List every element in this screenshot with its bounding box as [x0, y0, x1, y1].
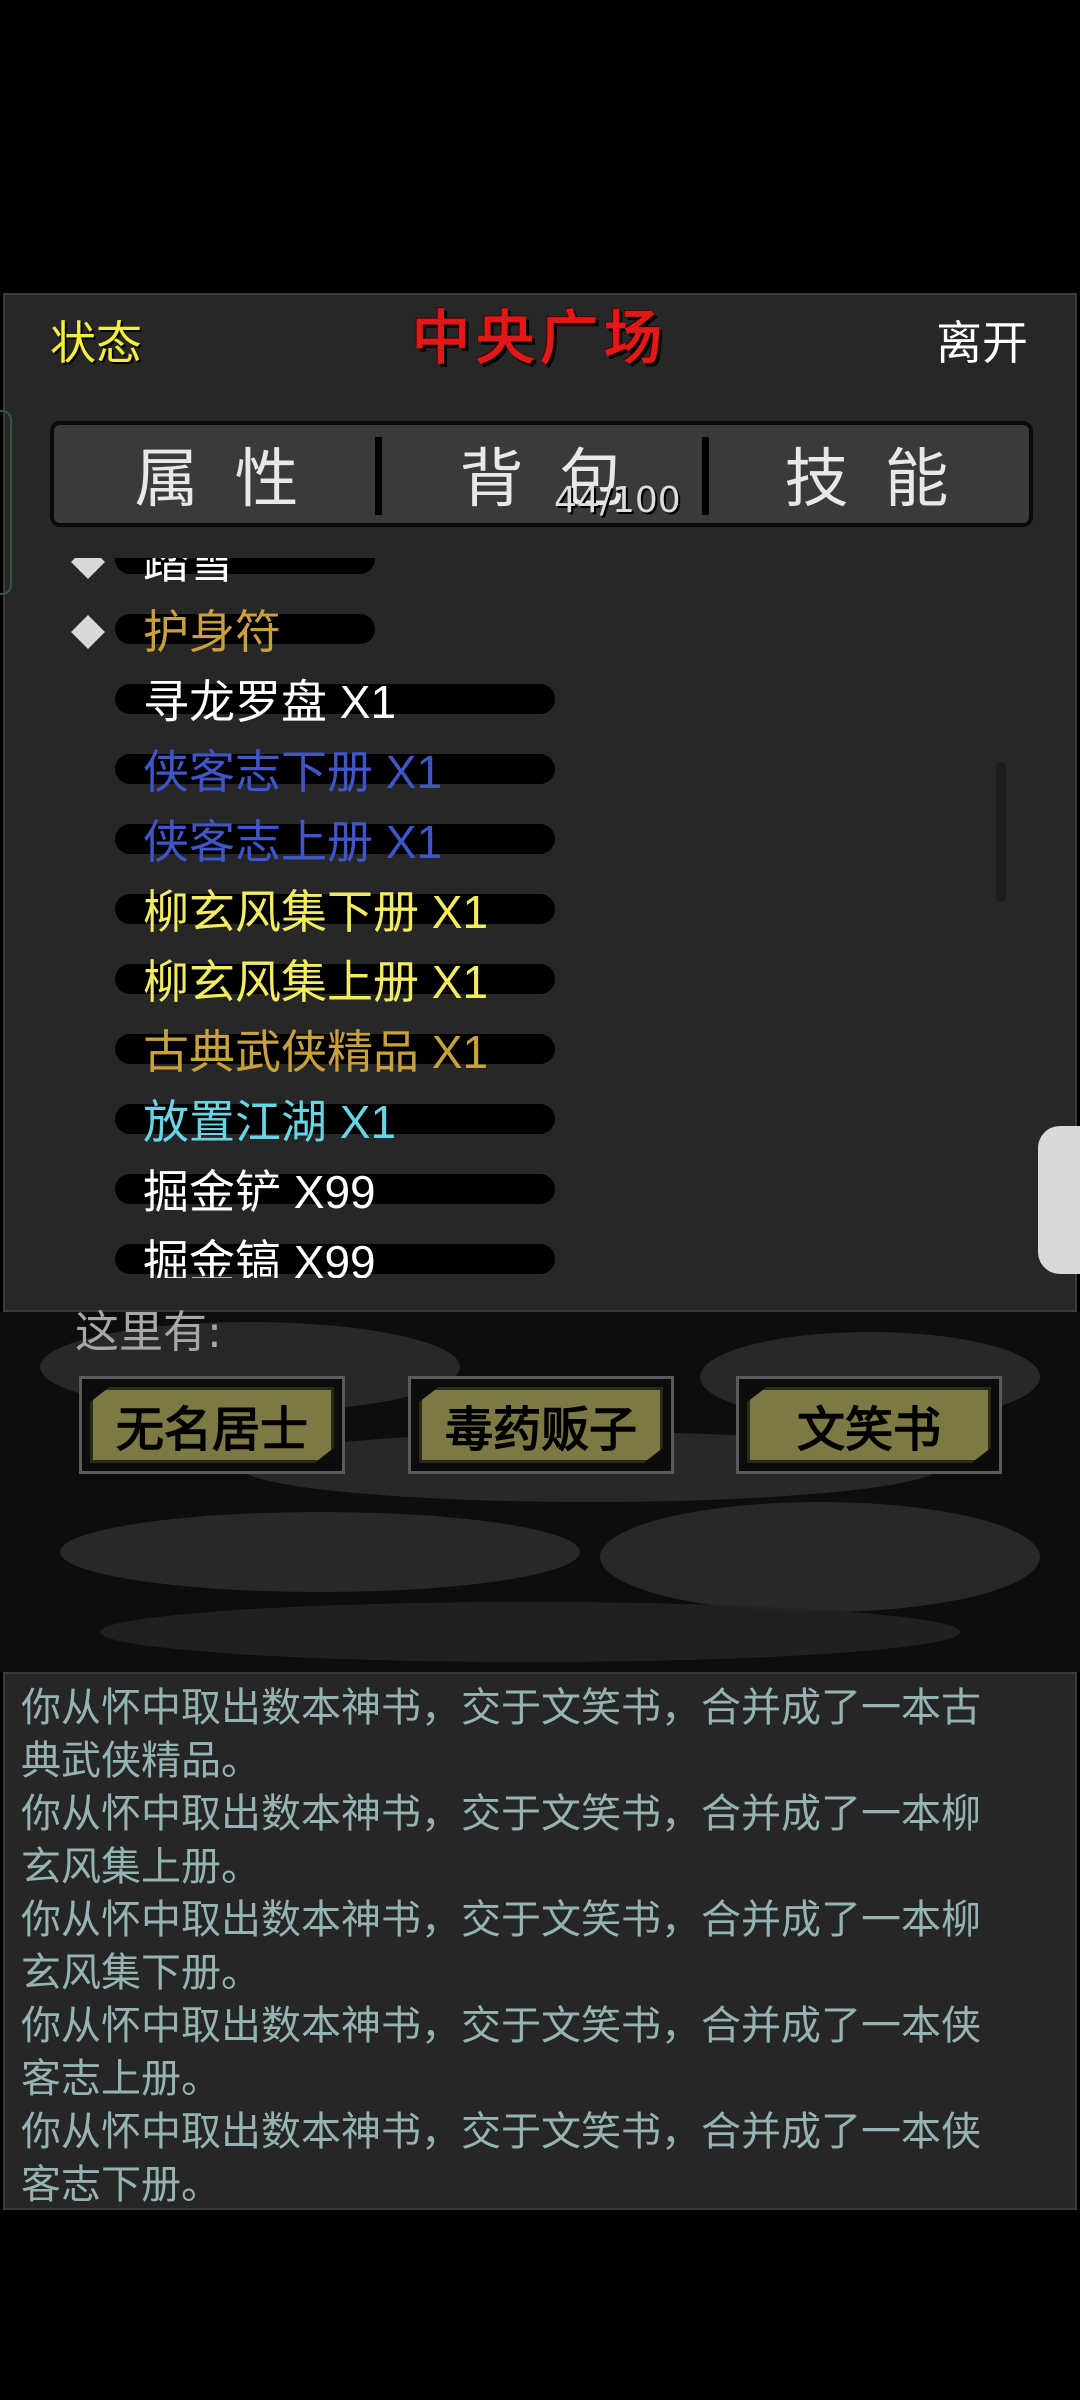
- smoke-decoration: [600, 1502, 1040, 1612]
- log-line: 玄风集下册。: [21, 1951, 261, 1995]
- inventory-list[interactable]: 踏雪护身符寻龙罗盘 X1 侠客志下册 X1 侠客志上册 X1 柳玄风集下册 X1 柳玄风…: [60, 558, 990, 1278]
- scene-background: [0, 1312, 1080, 1672]
- inventory-item-label: 侠客志上册 X1: [143, 816, 443, 868]
- log-line: 你从怀中取出数本神书，交于文笑书，合并成了一本古: [21, 1686, 981, 1730]
- leave-button[interactable]: 离开: [936, 308, 1028, 378]
- npc-button-label: 文笑书: [747, 1387, 991, 1463]
- inventory-item[interactable]: 古典武侠精品 X1: [60, 1018, 990, 1088]
- inventory-item-label: 柳玄风集上册 X1: [143, 956, 489, 1008]
- inventory-item-label: 护身符: [143, 606, 281, 658]
- inventory-item[interactable]: 寻龙罗盘 X1: [60, 668, 990, 738]
- log-line: 你从怀中取出数本神书，交于文笑书，合并成了一本侠: [21, 2110, 981, 2154]
- side-drawer-handle[interactable]: [1038, 1126, 1080, 1274]
- log-line: 你从怀中取出数本神书，交于文笑书，合并成了一本柳: [21, 1792, 981, 1836]
- smoke-decoration: [60, 1512, 580, 1592]
- tab-skills[interactable]: 技能: [704, 425, 1029, 523]
- log-line: 你从怀中取出数本神书，交于文笑书，合并成了一本侠: [21, 2004, 981, 2048]
- inventory-item[interactable]: 护身符: [60, 598, 990, 668]
- npc-button-label: 毒药贩子: [419, 1387, 663, 1463]
- left-edge-tab[interactable]: [0, 410, 12, 595]
- inventory-item[interactable]: 踏雪: [60, 558, 990, 598]
- inventory-item-label: 侠客志下册 X1: [143, 746, 443, 798]
- equipped-diamond-icon: [71, 558, 105, 579]
- inventory-item[interactable]: 掘金镐 X99: [60, 1228, 990, 1278]
- inventory-item[interactable]: 柳玄风集下册 X1: [60, 878, 990, 948]
- inventory-item-label: 寻龙罗盘 X1: [143, 676, 397, 728]
- tab-bar: 属性 背包 技能: [50, 421, 1033, 527]
- game-screen: 状态 中央广场 离开 属性 背包 技能 44/100 踏雪 护身符 寻龙罗盘 X1 侠…: [0, 0, 1080, 2400]
- inventory-item-label: 踏雪: [143, 558, 235, 588]
- inventory-item[interactable]: 放置江湖 X1: [60, 1088, 990, 1158]
- tab-attributes[interactable]: 属性: [54, 425, 379, 523]
- smoke-decoration: [100, 1602, 960, 1662]
- inventory-item-label: 柳玄风集下册 X1: [143, 886, 489, 938]
- tab-attributes-label: 属性: [134, 443, 335, 517]
- message-log[interactable]: 你从怀中取出数本神书，交于文笑书，合并成了一本古 典武侠精品。你从怀中取出数本神书…: [3, 1672, 1077, 2210]
- tab-skills-label: 技能: [784, 443, 985, 517]
- log-line: 客志下册。: [21, 2163, 221, 2207]
- here-label: 这里有:: [75, 1307, 222, 1358]
- bag-capacity-count: 44/100: [554, 480, 681, 521]
- inventory-item-label: 放置江湖 X1: [143, 1096, 397, 1148]
- inventory-item[interactable]: 柳玄风集上册 X1: [60, 948, 990, 1018]
- tab-divider: [702, 437, 709, 515]
- inventory-item-label: 掘金铲 X99: [143, 1166, 376, 1218]
- inventory-item-label: 掘金镐 X99: [143, 1236, 376, 1278]
- tab-divider: [375, 437, 382, 515]
- npc-button-nameless-hermit[interactable]: 无名居士: [79, 1376, 345, 1474]
- inventory-item[interactable]: 侠客志下册 X1: [60, 738, 990, 808]
- equipped-diamond-icon: [71, 615, 105, 649]
- log-line: 典武侠精品。: [21, 1739, 261, 1783]
- npc-button-label: 无名居士: [90, 1387, 334, 1463]
- log-line: 客志上册。: [21, 2057, 221, 2101]
- list-scrollbar[interactable]: [996, 762, 1006, 902]
- npc-button-wen-xiaoshu[interactable]: 文笑书: [736, 1376, 1002, 1474]
- inventory-item[interactable]: 掘金铲 X99: [60, 1158, 990, 1228]
- log-line: 你从怀中取出数本神书，交于文笑书，合并成了一本柳: [21, 1898, 981, 1942]
- inventory-item-label: 古典武侠精品 X1: [143, 1026, 489, 1078]
- inventory-item[interactable]: 侠客志上册 X1: [60, 808, 990, 878]
- npc-button-poison-seller[interactable]: 毒药贩子: [408, 1376, 674, 1474]
- log-line: 玄风集上册。: [21, 1845, 261, 1889]
- location-title: 中央广场: [411, 304, 668, 372]
